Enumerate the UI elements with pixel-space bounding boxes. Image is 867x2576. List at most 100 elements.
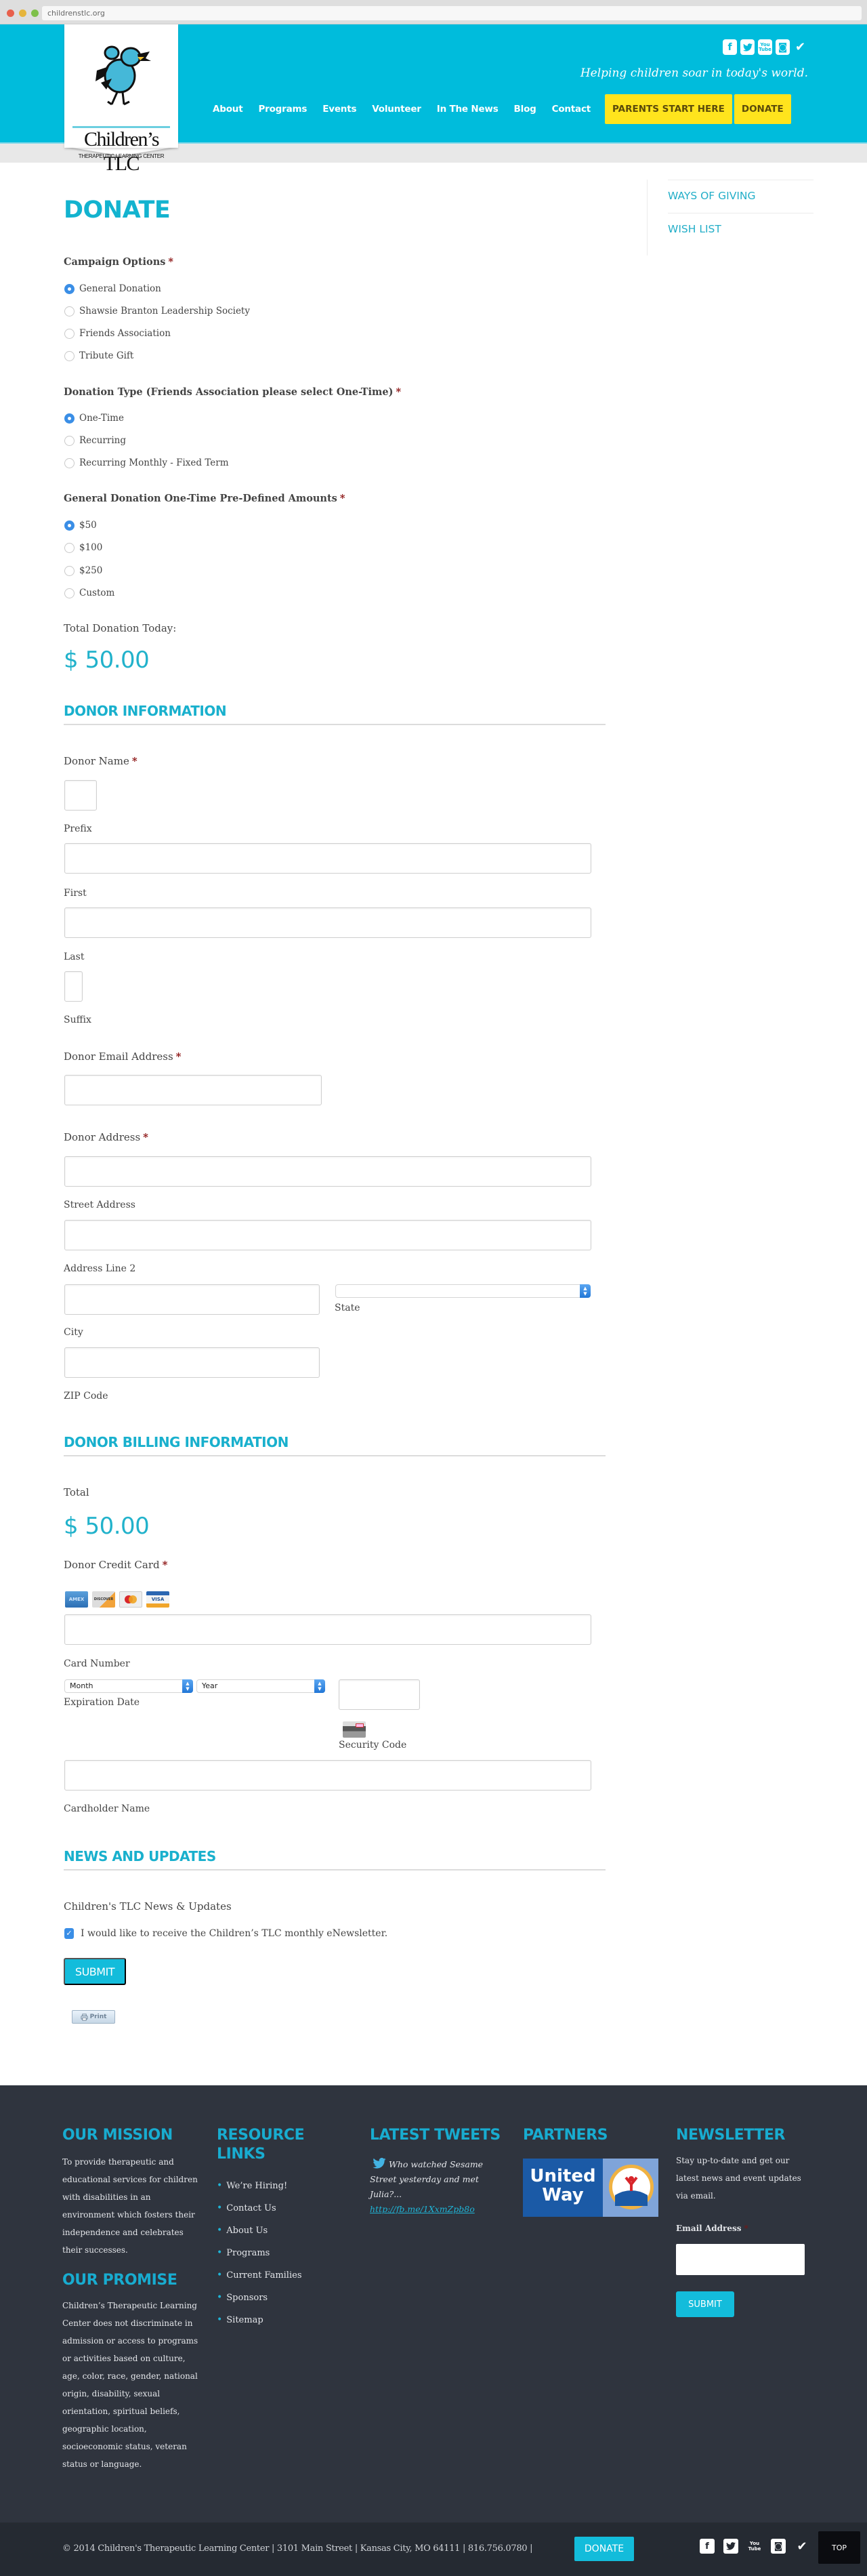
footer-link-programs[interactable]: Programs [217, 2242, 345, 2264]
newsletter-email-input[interactable] [676, 2244, 805, 2275]
radio-amount-custom[interactable]: Custom [64, 588, 114, 598]
radio-icon[interactable] [64, 542, 75, 553]
nav-events[interactable]: Events [322, 104, 356, 115]
city-input[interactable] [64, 1284, 320, 1315]
nav-about[interactable]: About [213, 104, 243, 115]
last-name-label: Last [64, 952, 85, 962]
united-way-logo[interactable]: United Way [523, 2159, 658, 2217]
radio-amount-50[interactable]: $50 [64, 520, 97, 531]
credit-card-label: Donor Credit Card * [64, 1559, 167, 1571]
nav-in-the-news[interactable]: In The News [437, 104, 499, 115]
instagram-icon[interactable]: ◙ [776, 39, 790, 55]
radio-recurring[interactable]: Recurring [64, 435, 126, 446]
radio-icon[interactable] [64, 588, 75, 598]
radio-amount-250[interactable]: $250 [64, 565, 102, 576]
newsletter-checkbox[interactable]: ✓ [64, 1928, 74, 1939]
tweet-link[interactable]: http://fb.me/1XxmZpb8o [370, 2204, 475, 2214]
parents-start-here-button[interactable]: PARENTS START HERE [605, 94, 732, 124]
youtube-icon[interactable]: You Tube [758, 39, 772, 55]
address-bar[interactable]: childrenstlc.org [42, 6, 862, 20]
address-line-2-input[interactable] [64, 1220, 591, 1250]
select-chevron-icon: ▲ ▼ [580, 1284, 591, 1298]
cvv-box [356, 1723, 364, 1727]
nav-blog[interactable]: Blog [514, 104, 536, 115]
expiration-year-select[interactable]: Year ▲ ▼ [196, 1679, 325, 1693]
foursquare-icon[interactable]: ✔ [793, 39, 807, 55]
twitter-icon[interactable] [740, 39, 755, 55]
cardholder-name-input[interactable] [64, 1760, 591, 1791]
latest-tweets-heading: LATEST TWEETS [370, 2127, 501, 2144]
radio-icon[interactable] [64, 565, 75, 576]
last-name-input[interactable] [64, 907, 591, 938]
site-logo[interactable]: Children’s TLC THERAPEUTIC LEARNING CENT… [64, 24, 178, 175]
tweet: Who watched Sesame Street yesterday and … [370, 2157, 505, 2217]
nav-programs[interactable]: Programs [258, 104, 307, 115]
footer-link-sitemap[interactable]: Sitemap [217, 2309, 345, 2331]
radio-icon[interactable] [64, 435, 75, 446]
prefix-input[interactable] [64, 780, 97, 811]
twitter-icon[interactable] [723, 2539, 738, 2554]
radio-tribute-gift[interactable]: Tribute Gift [64, 350, 133, 361]
radio-selected-icon[interactable] [64, 283, 75, 294]
street-address-input[interactable] [64, 1156, 591, 1187]
radio-selected-icon[interactable] [64, 520, 75, 531]
radio-amount-100[interactable]: $100 [64, 542, 102, 553]
mission-text: To provide therapeutic and educational s… [62, 2157, 198, 2255]
maximize-window-button[interactable] [31, 9, 39, 17]
state-select[interactable]: ▲ ▼ [335, 1284, 591, 1298]
radio-shawsie-branton[interactable]: Shawsie Branton Leadership Society [64, 306, 250, 316]
donor-email-input[interactable] [64, 1075, 322, 1105]
radio-general-donation[interactable]: General Donation [64, 283, 161, 294]
sidebar-item-ways-of-giving[interactable]: WAYS OF GIVING [668, 180, 813, 213]
radio-icon[interactable] [64, 306, 75, 316]
header-donate-button[interactable]: DONATE [734, 94, 791, 124]
zip-code-input[interactable] [64, 1347, 320, 1378]
nav-volunteer[interactable]: Volunteer [372, 104, 421, 115]
minimize-window-button[interactable] [19, 9, 26, 17]
submit-button[interactable]: SUBMIT [64, 1958, 126, 1985]
foursquare-icon[interactable]: ✔ [795, 2539, 809, 2554]
nav-contact[interactable]: Contact [552, 104, 591, 115]
first-name-input[interactable] [64, 843, 591, 874]
back-to-top-button[interactable]: TOP [818, 2531, 860, 2564]
footer-link-sponsors[interactable]: Sponsors [217, 2287, 345, 2309]
radio-recurring-fixed-term[interactable]: Recurring Monthly - Fixed Term [64, 457, 229, 468]
newsletter-checkbox-label[interactable]: I would like to receive the Children’s T… [81, 1928, 387, 1939]
suffix-input[interactable] [64, 971, 83, 1002]
sidebar-item-wish-list[interactable]: WISH LIST [668, 213, 813, 247]
facebook-icon[interactable]: f [700, 2539, 715, 2554]
youtube-tube: Tube [759, 46, 771, 52]
footer-donate-button[interactable]: DONATE [574, 2537, 634, 2561]
radio-label: One-Time [79, 413, 124, 424]
required-marker: * [143, 1131, 149, 1143]
donation-type-label: Donation Type (Friends Association pleas… [64, 386, 401, 398]
print-button[interactable]: Print [72, 2010, 115, 2024]
promise-heading: OUR PROMISE [62, 2272, 177, 2289]
sidebar: WAYS OF GIVING WISH LIST [647, 180, 813, 255]
print-label: Print [89, 2013, 107, 2020]
facebook-icon[interactable]: f [723, 39, 737, 55]
footer-link-contact[interactable]: Contact Us [217, 2197, 345, 2220]
security-code-input[interactable] [339, 1679, 420, 1710]
close-window-button[interactable] [7, 9, 14, 17]
expiration-month-select[interactable]: Month ▲ ▼ [64, 1679, 193, 1693]
radio-icon[interactable] [64, 328, 75, 339]
donor-name-label: Donor Name * [64, 755, 138, 767]
window-controls [7, 9, 39, 17]
radio-label: General Donation [79, 283, 161, 294]
required-marker: * [744, 2224, 748, 2233]
footer-link-current-families[interactable]: Current Families [217, 2264, 345, 2287]
card-number-input[interactable] [64, 1614, 591, 1645]
instagram-icon[interactable]: ◙ [771, 2539, 786, 2554]
newsletter-submit-button[interactable]: SUBMIT [676, 2291, 734, 2317]
radio-icon[interactable] [64, 350, 75, 361]
radio-friends-association[interactable]: Friends Association [64, 328, 171, 339]
youtube-icon[interactable]: You Tube [747, 2539, 762, 2554]
radio-icon[interactable] [64, 457, 75, 468]
donor-billing-heading: DONOR BILLING INFORMATION [64, 1434, 606, 1456]
radio-selected-icon[interactable] [64, 413, 75, 424]
label-text: Donor Credit Card [64, 1559, 160, 1571]
footer-link-hiring[interactable]: We’re Hiring! [217, 2175, 345, 2197]
radio-one-time[interactable]: One-Time [64, 413, 124, 424]
footer-link-about[interactable]: About Us [217, 2220, 345, 2242]
